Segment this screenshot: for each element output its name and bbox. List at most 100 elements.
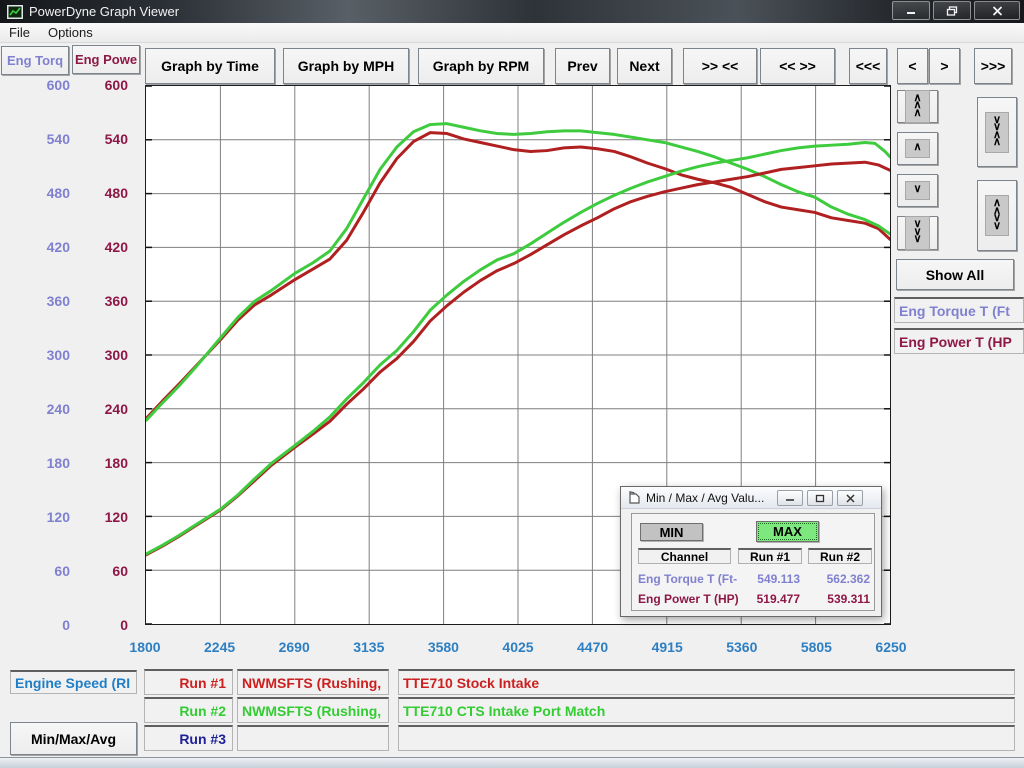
minmax-minimize-icon	[785, 494, 795, 502]
graph-by-mph-button[interactable]: Graph by MPH	[283, 48, 409, 84]
y-tick-label-power: 480	[76, 185, 128, 201]
y-tick-label-torque: 360	[18, 293, 70, 309]
run3-label: Run #3	[179, 731, 226, 747]
close-button[interactable]	[974, 1, 1020, 20]
x-channel-label-text: Engine Speed (RI	[15, 675, 130, 691]
channel-toggle-torque-label: Eng Torq	[7, 53, 63, 68]
window-title: PowerDyne Graph Viewer	[29, 4, 179, 19]
power-channel-label[interactable]: Eng Power T (HP	[894, 328, 1024, 354]
column-header-run1: Run #1	[738, 548, 802, 564]
chevron-up-icon: ∧	[905, 139, 929, 158]
minmax-row-power-channel: Eng Power T (HP)	[638, 592, 738, 606]
graph-by-rpm-button[interactable]: Graph by RPM	[418, 48, 544, 84]
x-tick-label: 6250	[859, 639, 923, 655]
scroll-right-fast-button[interactable]: >>>	[974, 48, 1012, 84]
minmax-row-power-run1: 519.477	[738, 592, 800, 606]
restore-icon	[946, 6, 958, 16]
y-zoom-in-button[interactable]: ∨ ∨ ∧ ∧	[977, 97, 1017, 167]
y-tick-label-power: 360	[76, 293, 128, 309]
y-tick-label-torque: 420	[18, 239, 70, 255]
x-tick-label: 5805	[784, 639, 848, 655]
y-tick-label-power: 420	[76, 239, 128, 255]
minimize-button[interactable]	[892, 1, 930, 20]
y-tick-label-torque: 600	[18, 77, 70, 93]
minmax-restore-icon	[815, 494, 825, 503]
scroll-left-fast-button[interactable]: <<<	[849, 48, 887, 84]
graph-by-time-button[interactable]: Graph by Time	[145, 48, 275, 84]
restore-button[interactable]	[933, 1, 971, 20]
minmax-minimize-button[interactable]	[777, 490, 803, 506]
minmax-window-icon	[628, 491, 641, 504]
run2-label: Run #2	[179, 703, 226, 719]
y-tick-label-power: 0	[76, 617, 128, 633]
next-button[interactable]: Next	[617, 48, 672, 84]
y-tick-label-torque: 180	[18, 455, 70, 471]
y-zoom-out-button[interactable]: ∧ ∧ ∨ ∨	[977, 180, 1017, 251]
max-button[interactable]: MAX	[756, 521, 819, 542]
channel-toggle-power[interactable]: Eng Powe	[72, 45, 140, 74]
app-icon	[7, 5, 23, 19]
y-scroll-up-button[interactable]: ∧	[897, 132, 938, 165]
minmax-row-torque-run1: 549.113	[738, 572, 800, 586]
x-tick-label: 3580	[411, 639, 475, 655]
minmax-row-torque-run2: 562.362	[808, 572, 870, 586]
minmax-row-torque-channel: Eng Torque T (Ft-	[638, 572, 738, 586]
run2-comment2: TTE710 CTS Intake Port Match	[403, 703, 605, 719]
x-tick-label: 2245	[188, 639, 252, 655]
minmax-window-title: Min / Max / Avg Valu...	[646, 491, 764, 505]
run1-comment1: NWMSFTS (Rushing,	[242, 675, 381, 691]
title-bar: PowerDyne Graph Viewer	[0, 0, 1024, 23]
run1-comment1-box: NWMSFTS (Rushing,	[237, 669, 389, 695]
run2-comment2-box: TTE710 CTS Intake Port Match	[398, 697, 1015, 723]
run3-comment2-box	[398, 725, 1015, 751]
channel-toggle-torque[interactable]: Eng Torq	[1, 46, 69, 75]
chevrons-compress-icon: ∨ ∨ ∧ ∧	[985, 112, 1009, 153]
close-icon	[992, 6, 1003, 16]
y-axis-torque-labels: 060120180240300360420480540600	[18, 85, 70, 625]
run3-comment1-box	[237, 725, 389, 751]
y-tick-label-torque: 0	[18, 617, 70, 633]
x-tick-label: 3135	[337, 639, 401, 655]
chevron-down-icon: ∨	[905, 181, 929, 200]
x-tick-label: 4915	[635, 639, 699, 655]
x-tick-label: 1800	[113, 639, 177, 655]
run1-comment2-box: TTE710 Stock Intake	[398, 669, 1015, 695]
y-tick-label-torque: 480	[18, 185, 70, 201]
scroll-left-button[interactable]: <	[897, 48, 928, 84]
run2-comment1-box: NWMSFTS (Rushing,	[237, 697, 389, 723]
run1-comment2: TTE710 Stock Intake	[403, 675, 539, 691]
column-header-run2: Run #2	[808, 548, 872, 564]
show-all-button[interactable]: Show All	[896, 259, 1014, 290]
scroll-right-button[interactable]: >	[929, 48, 960, 84]
minmax-restore-button[interactable]	[807, 490, 833, 506]
y-tick-label-torque: 300	[18, 347, 70, 363]
minmax-body: MIN MAX Channel Run #1 Run #2 Eng Torque…	[631, 513, 875, 611]
minimize-icon	[905, 6, 917, 15]
minmax-close-button[interactable]	[837, 490, 863, 506]
minmax-close-icon	[846, 494, 855, 503]
chevrons-expand-icon: ∧ ∧ ∨ ∨	[985, 195, 1009, 236]
menu-options[interactable]: Options	[39, 23, 102, 42]
menu-file[interactable]: File	[0, 23, 39, 42]
y-tick-label-power: 120	[76, 509, 128, 525]
y-scroll-up-fast-button[interactable]: ∧ ∧ ∧	[897, 90, 938, 123]
y-scroll-down-button[interactable]: ∨	[897, 174, 938, 207]
torque-channel-label-text: Eng Torque T (Ft	[899, 303, 1010, 319]
minmax-avg-button[interactable]: Min/Max/Avg	[10, 722, 137, 755]
zoom-in-x-button[interactable]: >> <<	[683, 48, 757, 84]
y-scroll-down-fast-button[interactable]: ∨ ∨ ∨	[897, 216, 938, 250]
zoom-out-x-button[interactable]: << >>	[760, 48, 835, 84]
run3-label-box: Run #3	[144, 725, 233, 751]
run2-comment1: NWMSFTS (Rushing,	[242, 703, 381, 719]
x-tick-label: 2690	[262, 639, 326, 655]
torque-channel-label[interactable]: Eng Torque T (Ft	[894, 297, 1024, 323]
y-tick-label-torque: 120	[18, 509, 70, 525]
window-bottom-frame	[0, 757, 1024, 768]
minmax-title-bar[interactable]: Min / Max / Avg Valu...	[621, 487, 881, 509]
chevrons-up-fast-icon: ∧ ∧ ∧	[905, 90, 929, 124]
chevrons-down-fast-icon: ∨ ∨ ∨	[905, 216, 929, 250]
prev-button[interactable]: Prev	[555, 48, 610, 84]
column-header-channel: Channel	[638, 548, 731, 564]
y-tick-label-power: 60	[76, 563, 128, 579]
min-button[interactable]: MIN	[640, 523, 703, 541]
